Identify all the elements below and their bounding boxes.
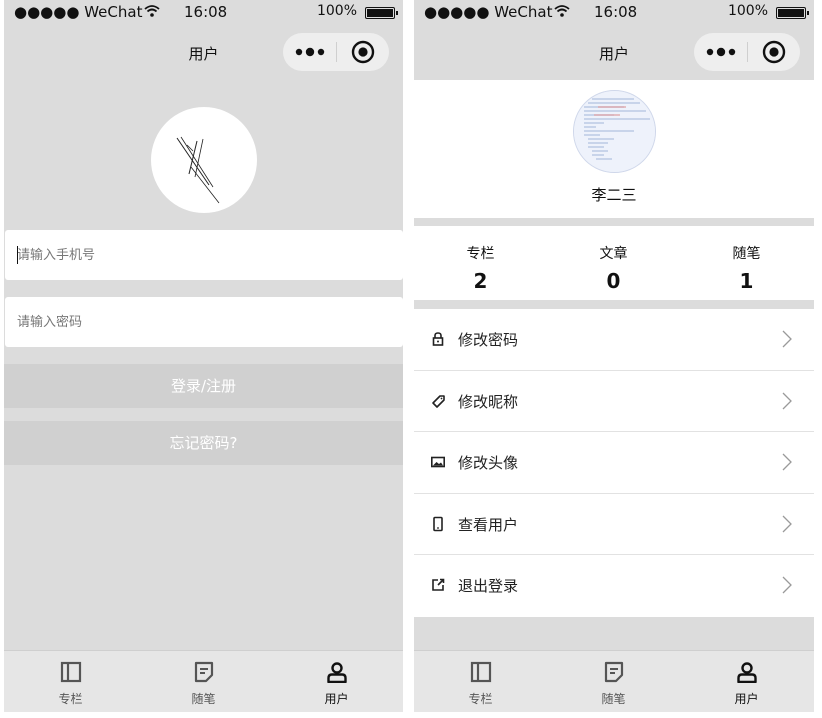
tag-icon bbox=[432, 394, 445, 408]
tab-user[interactable]: 用户 bbox=[270, 651, 403, 711]
login-screen: ●●●●● WeChat 16:08 100% 用户 登录/注册 忘记密码? bbox=[4, 0, 403, 712]
stat-value: 1 bbox=[739, 269, 754, 293]
user-avatar[interactable] bbox=[573, 90, 656, 173]
menu-item-change-avatar[interactable]: 修改头像 bbox=[414, 432, 814, 494]
profile-screen: ●●●●● WeChat 16:08 100% 用户 李二三 专栏 2 文章 0… bbox=[414, 0, 814, 712]
mini-program-capsule bbox=[694, 33, 800, 71]
stat-articles[interactable]: 文章 0 bbox=[547, 226, 680, 300]
note-icon bbox=[604, 661, 623, 683]
more-dots-icon bbox=[295, 47, 324, 57]
stat-columns[interactable]: 专栏 2 bbox=[414, 226, 547, 300]
user-icon bbox=[326, 662, 347, 683]
more-menu-button[interactable] bbox=[694, 33, 747, 71]
image-icon bbox=[431, 456, 445, 468]
settings-menu: 修改密码 修改昵称 修改头像 查看用户 退出登录 bbox=[414, 309, 814, 617]
avatar-screenshot-thumbnail bbox=[574, 91, 655, 172]
battery-percent: 100% bbox=[316, 3, 357, 19]
target-icon bbox=[351, 40, 374, 64]
password-field bbox=[5, 297, 403, 347]
stat-value: 2 bbox=[473, 269, 488, 293]
menu-item-label: 修改头像 bbox=[458, 454, 519, 473]
tab-label: 用户 bbox=[324, 692, 349, 706]
column-icon bbox=[470, 661, 491, 683]
note-icon bbox=[194, 661, 213, 683]
close-mini-program-button[interactable] bbox=[336, 33, 389, 71]
stat-label: 随笔 bbox=[732, 246, 761, 262]
text-caret bbox=[17, 246, 18, 264]
status-bar: ●●●●● WeChat 16:08 100% bbox=[4, 0, 403, 24]
status-bar: ●●●●● WeChat 16:08 100% bbox=[414, 0, 814, 24]
stat-label: 文章 bbox=[599, 246, 628, 262]
lock-icon bbox=[432, 332, 444, 346]
chevron-right-icon bbox=[782, 330, 792, 348]
tab-column[interactable]: 专栏 bbox=[414, 651, 547, 711]
battery-icon bbox=[776, 7, 809, 19]
menu-item-change-password[interactable]: 修改密码 bbox=[414, 309, 814, 371]
wifi-icon bbox=[554, 5, 571, 17]
chevron-right-icon bbox=[782, 576, 792, 594]
menu-item-logout[interactable]: 退出登录 bbox=[414, 555, 814, 617]
tab-bar: 专栏 随笔 用户 bbox=[414, 650, 814, 712]
phone-field bbox=[5, 230, 403, 280]
profile-header: 李二三 bbox=[414, 80, 814, 218]
forgot-password-button[interactable]: 忘记密码? bbox=[4, 421, 403, 465]
exit-icon bbox=[432, 579, 445, 592]
tab-label: 随笔 bbox=[601, 692, 626, 706]
user-name: 李二三 bbox=[591, 186, 637, 204]
tab-user[interactable]: 用户 bbox=[680, 651, 813, 711]
tab-notes[interactable]: 随笔 bbox=[137, 651, 270, 711]
carrier-label: ●●●●● WeChat bbox=[424, 3, 571, 21]
stat-label: 专栏 bbox=[466, 246, 495, 262]
column-icon bbox=[60, 661, 81, 683]
tab-label: 专栏 bbox=[58, 692, 83, 706]
tab-label: 随笔 bbox=[191, 692, 216, 706]
phone-icon bbox=[433, 516, 443, 532]
menu-item-label: 退出登录 bbox=[458, 577, 519, 596]
phone-input[interactable] bbox=[5, 230, 403, 280]
wifi-icon bbox=[144, 5, 161, 17]
more-menu-button[interactable] bbox=[283, 33, 336, 71]
status-time: 16:08 bbox=[184, 3, 228, 21]
chevron-right-icon bbox=[782, 392, 792, 410]
battery-percent: 100% bbox=[727, 3, 768, 19]
tab-label: 专栏 bbox=[468, 692, 493, 706]
menu-item-change-nickname[interactable]: 修改昵称 bbox=[414, 371, 814, 433]
user-icon bbox=[736, 662, 757, 683]
battery-icon bbox=[365, 7, 398, 19]
menu-item-label: 修改密码 bbox=[458, 331, 519, 349]
mini-program-capsule bbox=[283, 33, 389, 71]
sketch-avatar-icon bbox=[176, 136, 220, 204]
chevron-right-icon bbox=[782, 453, 792, 471]
default-avatar[interactable] bbox=[151, 107, 257, 213]
target-icon bbox=[762, 40, 785, 64]
stats-panel: 专栏 2 文章 0 随笔 1 bbox=[414, 226, 814, 300]
tab-bar: 专栏 随笔 用户 bbox=[4, 650, 403, 712]
login-register-button[interactable]: 登录/注册 bbox=[4, 364, 403, 408]
more-dots-icon bbox=[706, 47, 735, 57]
chevron-right-icon bbox=[782, 515, 792, 533]
stat-value: 0 bbox=[606, 269, 621, 293]
status-time: 16:08 bbox=[594, 3, 638, 21]
tab-label: 用户 bbox=[734, 692, 759, 706]
tab-column[interactable]: 专栏 bbox=[4, 651, 137, 711]
menu-item-label: 查看用户 bbox=[458, 515, 519, 534]
tab-notes[interactable]: 随笔 bbox=[547, 651, 680, 711]
stat-notes[interactable]: 随笔 1 bbox=[680, 226, 813, 300]
carrier-label: ●●●●● WeChat bbox=[14, 3, 161, 21]
menu-item-label: 修改昵称 bbox=[458, 392, 519, 411]
password-input[interactable] bbox=[5, 297, 403, 347]
close-mini-program-button[interactable] bbox=[747, 33, 800, 71]
menu-item-view-user[interactable]: 查看用户 bbox=[414, 494, 814, 556]
